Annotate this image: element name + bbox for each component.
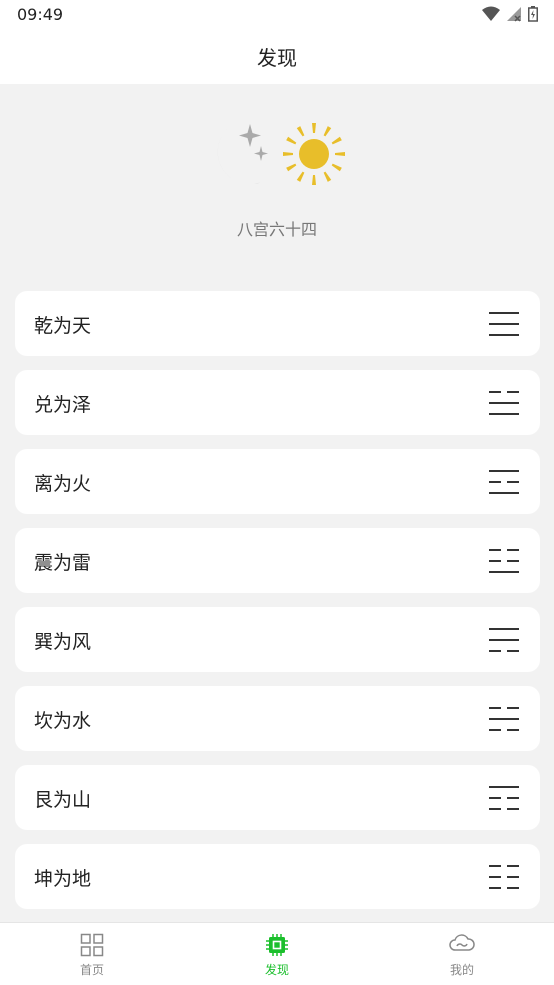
trigram-list: 乾为天兑为泽离为火震为雷巽为风坎为水艮为山坤为地 <box>15 291 540 923</box>
trigram-icon <box>489 707 519 731</box>
yang-line <box>489 323 519 325</box>
list-item[interactable]: 巽为风 <box>15 607 540 672</box>
yin-line <box>489 650 519 652</box>
yin-line <box>489 876 519 878</box>
tab-discover-label: 发现 <box>264 963 289 977</box>
list-item[interactable]: 坤为地 <box>15 844 540 909</box>
grid-icon <box>80 933 104 957</box>
list-item-label: 艮为山 <box>34 789 92 811</box>
yin-line <box>489 808 519 810</box>
list-item-label: 坎为水 <box>34 710 92 732</box>
moon-stars-icon <box>217 124 268 185</box>
yang-line <box>489 786 519 788</box>
trigram-icon <box>489 865 519 889</box>
yin-line <box>489 549 519 551</box>
yang-line <box>489 413 519 415</box>
list-item[interactable]: 坎为水 <box>15 686 540 751</box>
trigram-icon <box>489 312 519 336</box>
tab-home[interactable]: 首页 <box>52 933 132 978</box>
wifi-icon <box>482 6 500 21</box>
list-item-label: 震为雷 <box>34 552 92 574</box>
list-item-label: 离为火 <box>34 473 92 495</box>
list-item-label: 巽为风 <box>34 631 92 653</box>
yin-line <box>489 391 519 393</box>
status-bar: 09:49 <box>0 0 554 32</box>
trigram-icon <box>489 549 519 573</box>
battery-icon <box>528 6 538 22</box>
trigram-icon <box>489 786 519 810</box>
list-item[interactable]: 乾为天 <box>15 291 540 356</box>
yin-line <box>489 865 519 867</box>
list-item-label: 兑为泽 <box>34 394 92 416</box>
yin-line <box>489 729 519 731</box>
yang-line <box>489 470 519 472</box>
tab-me-label: 我的 <box>449 963 474 977</box>
hero-banner <box>0 120 554 192</box>
yang-line <box>489 571 519 573</box>
yang-line <box>489 334 519 336</box>
yang-line <box>489 492 519 494</box>
yin-line <box>489 887 519 889</box>
list-item[interactable]: 震为雷 <box>15 528 540 593</box>
section-subtitle: 八宫六十四 <box>236 220 317 239</box>
trigram-icon <box>489 391 519 415</box>
yang-line <box>489 628 519 630</box>
tab-discover[interactable]: 发现 <box>237 933 317 978</box>
list-item[interactable]: 艮为山 <box>15 765 540 830</box>
tab-home-label: 首页 <box>79 963 104 977</box>
yin-line <box>489 481 519 483</box>
cellular-signal-icon <box>507 7 521 22</box>
sun-icon <box>283 123 345 185</box>
trigram-icon <box>489 470 519 494</box>
trigram-icon <box>489 628 519 652</box>
yin-line <box>489 797 519 799</box>
yin-line <box>489 560 519 562</box>
cloud-icon <box>449 934 475 951</box>
page-title: 发现 <box>257 46 297 70</box>
yang-line <box>489 718 519 720</box>
yang-line <box>489 402 519 404</box>
list-item[interactable]: 离为火 <box>15 449 540 514</box>
yin-line <box>489 707 519 709</box>
status-time: 09:49 <box>17 5 64 24</box>
status-icons <box>482 6 538 22</box>
yang-line <box>489 639 519 641</box>
list-item-label: 坤为地 <box>34 868 92 890</box>
list-item[interactable]: 兑为泽 <box>15 370 540 435</box>
top-app-bar: 发现 <box>0 32 554 84</box>
chip-icon <box>266 934 288 956</box>
tab-me[interactable]: 我的 <box>422 933 502 978</box>
yang-line <box>489 312 519 314</box>
bottom-tab-bar: 首页 发现 我的 <box>0 922 554 985</box>
list-item-label: 乾为天 <box>34 315 92 337</box>
